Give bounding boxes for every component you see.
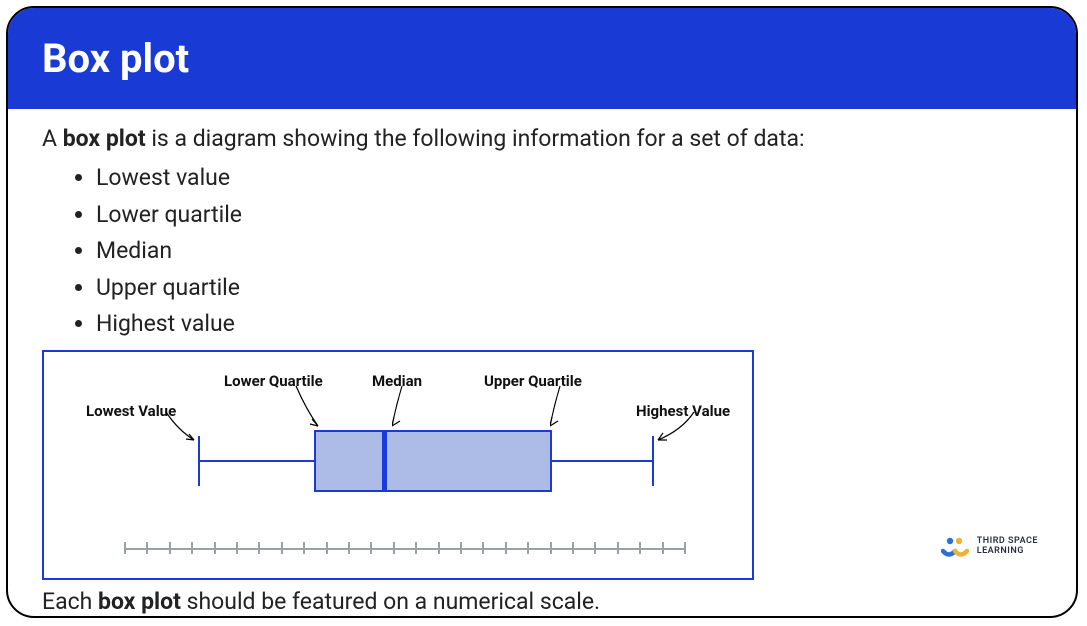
info-card: Box plot A box plot is a diagram showing…	[6, 6, 1078, 618]
intro-pre: A	[42, 125, 63, 152]
scale-tick	[662, 542, 664, 554]
scale-tick	[684, 542, 686, 554]
box-q1-median	[314, 430, 384, 492]
scale-tick	[527, 542, 529, 554]
numerical-scale	[124, 540, 684, 560]
outro-post: should be featured on a numerical scale.	[181, 588, 600, 615]
logo-text: THIRD SPACE LEARNING	[977, 537, 1038, 557]
scale-tick	[594, 542, 596, 554]
scale-tick	[370, 542, 372, 554]
scale-tick	[550, 542, 552, 554]
scale-tick	[415, 542, 417, 554]
scale-tick	[460, 542, 462, 554]
scale-tick	[236, 542, 238, 554]
label-lower-quartile: Lower Quartile	[224, 372, 323, 390]
whisker-max-cap	[652, 436, 654, 486]
scale-tick	[438, 542, 440, 554]
scale-tick	[348, 542, 350, 554]
intro-bold: box plot	[63, 125, 146, 152]
outro-bold: box plot	[98, 588, 181, 615]
scale-tick	[258, 542, 260, 554]
list-item: Median	[96, 234, 1042, 269]
card-header: Box plot	[8, 8, 1076, 109]
intro-post: is a diagram showing the following infor…	[146, 125, 805, 152]
median-line	[384, 430, 387, 492]
label-upper-quartile: Upper Quartile	[484, 372, 582, 390]
scale-tick	[572, 542, 574, 554]
outro-pre: Each	[42, 588, 98, 615]
boxplot-diagram: Lowest Value Lower Quartile Median Upper…	[42, 350, 754, 580]
scale-tick	[169, 542, 171, 554]
scale-tick	[191, 542, 193, 554]
scale-tick	[303, 542, 305, 554]
scale-tick	[124, 542, 126, 554]
scale-tick	[482, 542, 484, 554]
scale-tick	[505, 542, 507, 554]
brand-logo: THIRD SPACE LEARNING	[941, 536, 1038, 558]
scale-tick	[326, 542, 328, 554]
box-median-q3	[384, 430, 552, 492]
logo-line2: LEARNING	[977, 546, 1024, 556]
intro-text: A box plot is a diagram showing the foll…	[42, 123, 1042, 155]
scale-tick	[393, 542, 395, 554]
whisker-left	[198, 460, 314, 462]
card-title: Box plot	[42, 35, 189, 82]
scale-tick	[146, 542, 148, 554]
scale-axis	[124, 548, 684, 550]
list-item: Upper quartile	[96, 271, 1042, 306]
list-item: Lower quartile	[96, 198, 1042, 233]
card-body: A box plot is a diagram showing the foll…	[8, 109, 1076, 615]
list-item: Highest value	[96, 307, 1042, 342]
info-list: Lowest value Lower quartile Median Upper…	[96, 161, 1042, 342]
outro-text: Each box plot should be featured on a nu…	[42, 588, 1042, 615]
whisker-right	[552, 460, 652, 462]
logo-icon	[941, 536, 969, 558]
logo-line1: THIRD SPACE	[977, 536, 1038, 546]
scale-tick	[281, 542, 283, 554]
label-lowest: Lowest Value	[86, 402, 176, 420]
list-item: Lowest value	[96, 161, 1042, 196]
label-median: Median	[372, 372, 422, 390]
scale-tick	[214, 542, 216, 554]
boxplot-graphic	[184, 412, 684, 512]
scale-tick	[639, 542, 641, 554]
scale-tick	[617, 542, 619, 554]
